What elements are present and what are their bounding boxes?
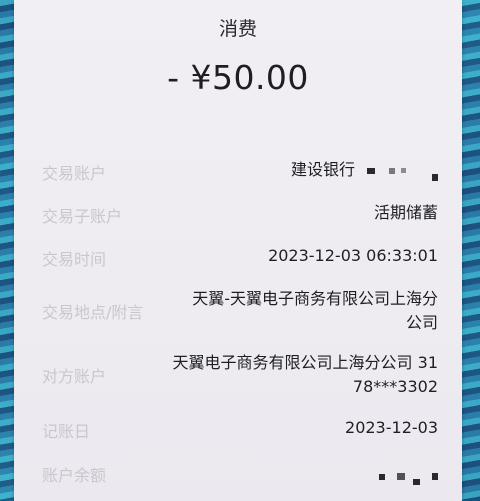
detail-label: 交易时间 bbox=[42, 250, 107, 269]
redacted-mark bbox=[432, 174, 438, 181]
detail-value-line: 78***3302 bbox=[352, 377, 438, 396]
detail-label: 交易账户 bbox=[42, 164, 107, 183]
redacted-mark bbox=[397, 473, 405, 480]
detail-value: 天翼电子商务有限公司上海分公司 31 78***3302 bbox=[173, 351, 438, 399]
detail-value: 2023-12-03 bbox=[345, 418, 438, 437]
detail-label: 账户余额 bbox=[42, 466, 107, 485]
detail-label: 交易子账户 bbox=[42, 207, 123, 226]
redacted-mark bbox=[379, 473, 385, 480]
redacted-mark bbox=[367, 167, 375, 174]
detail-value: 2023-12-03 06:33:01 bbox=[268, 246, 438, 265]
redacted-mark bbox=[401, 168, 406, 173]
detail-label: 对方账户 bbox=[42, 367, 107, 386]
detail-label: 记账日 bbox=[42, 422, 91, 441]
detail-value bbox=[379, 464, 438, 488]
transaction-type: 消费 bbox=[218, 18, 257, 40]
detail-value-line: 公司 bbox=[405, 313, 438, 332]
background-right-edge bbox=[462, 0, 480, 501]
transaction-detail-card: 消费 - ¥50.00 交易账户 建设银行 交易子账户 活期储蓄 交易时间 20… bbox=[14, 0, 462, 501]
detail-value-line: 天翼-天翼电子商务有限公司上海分 bbox=[192, 289, 438, 308]
background-left-edge bbox=[0, 0, 14, 501]
detail-value: 活期储蓄 bbox=[373, 203, 438, 222]
detail-value: 建设银行 bbox=[291, 158, 438, 182]
detail-value-line: 天翼电子商务有限公司上海分公司 31 bbox=[172, 353, 438, 372]
detail-label: 交易地点/附言 bbox=[42, 303, 144, 322]
detail-value: 天翼-天翼电子商务有限公司上海分 公司 bbox=[192, 287, 438, 335]
redacted-mark bbox=[413, 478, 420, 485]
bank-name: 建设银行 bbox=[290, 160, 355, 179]
transaction-amount: - ¥50.00 bbox=[167, 58, 309, 97]
redacted-mark bbox=[389, 167, 395, 174]
redacted-mark bbox=[432, 473, 438, 480]
